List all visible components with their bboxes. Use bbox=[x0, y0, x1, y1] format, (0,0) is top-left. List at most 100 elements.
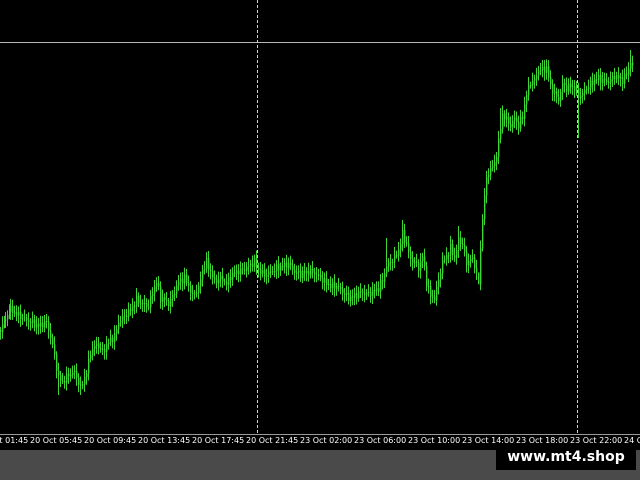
candle-body bbox=[304, 270, 306, 274]
candle-body bbox=[390, 262, 392, 264]
candle-body bbox=[284, 262, 286, 267]
candle-body bbox=[230, 276, 232, 281]
candle-body bbox=[444, 259, 446, 261]
candle-body bbox=[446, 255, 448, 260]
candle-body bbox=[574, 86, 576, 91]
candle-body bbox=[566, 85, 568, 92]
candle-body bbox=[628, 68, 630, 75]
candle-body bbox=[86, 373, 88, 377]
candle-body bbox=[76, 370, 78, 378]
candle-body bbox=[100, 348, 102, 350]
candle-body bbox=[472, 257, 474, 260]
candle-body bbox=[314, 272, 316, 275]
candle-body bbox=[602, 78, 604, 83]
candle-body bbox=[36, 323, 38, 328]
candle-body bbox=[16, 312, 18, 316]
candle-body bbox=[484, 195, 486, 220]
price-chart[interactable] bbox=[0, 0, 640, 434]
candle-body bbox=[448, 255, 450, 257]
candle-body bbox=[298, 270, 300, 273]
candle-body bbox=[520, 116, 522, 129]
candle-body bbox=[382, 280, 384, 282]
candle-body bbox=[562, 83, 564, 93]
candle-body bbox=[630, 62, 632, 69]
candle-body bbox=[0, 330, 2, 332]
candle-body bbox=[318, 274, 320, 276]
candle-body bbox=[98, 343, 100, 349]
candle-body bbox=[292, 265, 294, 271]
candle-body bbox=[48, 321, 50, 331]
candle-body bbox=[498, 138, 500, 158]
candle-body bbox=[408, 243, 410, 252]
candle-body bbox=[120, 321, 122, 323]
candle-body bbox=[26, 317, 28, 321]
time-axis-tick-label: 20 Oct 13:45 bbox=[138, 436, 191, 445]
candle-body bbox=[88, 358, 90, 374]
candle-body bbox=[476, 267, 478, 273]
candle-body bbox=[558, 96, 560, 102]
candle-body bbox=[208, 257, 210, 270]
candle-body bbox=[576, 88, 578, 91]
candle-body bbox=[312, 268, 314, 273]
candle-body bbox=[432, 296, 434, 298]
candle-body bbox=[268, 271, 270, 275]
time-axis-tick-label: 23 Oct 06:00 bbox=[354, 436, 407, 445]
candle-body bbox=[398, 249, 400, 256]
candle-body bbox=[180, 278, 182, 283]
candle-body bbox=[386, 266, 388, 274]
candle-body bbox=[176, 285, 178, 295]
candle-body bbox=[210, 269, 212, 272]
candle-body bbox=[428, 286, 430, 288]
candle-body bbox=[632, 62, 634, 66]
candle-body bbox=[132, 305, 134, 311]
candle-body bbox=[618, 75, 620, 79]
candle-body bbox=[486, 176, 488, 196]
candle-body bbox=[20, 311, 22, 320]
candle-body bbox=[388, 262, 390, 267]
candle-body bbox=[442, 260, 444, 274]
candle-body bbox=[40, 322, 42, 327]
candle-body bbox=[136, 295, 138, 307]
candle-body bbox=[344, 293, 346, 295]
candle-body bbox=[248, 265, 250, 267]
candle-body bbox=[190, 285, 192, 293]
candle-body bbox=[496, 157, 498, 163]
watermark-label: www.mt4.shop bbox=[496, 444, 636, 470]
candle-body bbox=[380, 280, 382, 292]
candle-body bbox=[418, 262, 420, 271]
candle-body bbox=[280, 265, 282, 271]
candle-body bbox=[580, 95, 582, 99]
candle-body bbox=[276, 264, 278, 272]
candle-body bbox=[12, 306, 14, 314]
candle-body bbox=[316, 274, 318, 276]
candle-body bbox=[286, 262, 288, 269]
candle-body bbox=[5, 319, 7, 321]
candle-body bbox=[46, 321, 48, 323]
candle-body bbox=[56, 354, 58, 371]
candle-body bbox=[458, 237, 460, 250]
candle-body bbox=[552, 84, 554, 94]
candle-body bbox=[158, 283, 160, 287]
candle-body bbox=[532, 80, 534, 85]
candle-body bbox=[320, 274, 322, 278]
candle-body bbox=[250, 263, 252, 266]
candle-body bbox=[202, 269, 204, 280]
candle-body bbox=[140, 302, 142, 304]
candle-body bbox=[334, 282, 336, 289]
candle-body bbox=[44, 321, 46, 328]
candle-body bbox=[470, 259, 472, 262]
candle-body bbox=[332, 282, 334, 289]
candle-body bbox=[514, 117, 516, 121]
candle-body bbox=[348, 292, 350, 302]
candle-body bbox=[256, 258, 258, 268]
candle-body bbox=[30, 321, 32, 324]
candle-body bbox=[420, 261, 422, 271]
candle-body bbox=[156, 283, 158, 287]
chart-canvas[interactable] bbox=[0, 0, 640, 434]
candle-body bbox=[302, 270, 304, 278]
candle-body bbox=[328, 284, 330, 286]
candle-body bbox=[112, 337, 114, 343]
time-axis-tick-label: 20 Oct 09:45 bbox=[84, 436, 137, 445]
candle-body bbox=[178, 282, 180, 286]
candle-body bbox=[434, 296, 436, 301]
